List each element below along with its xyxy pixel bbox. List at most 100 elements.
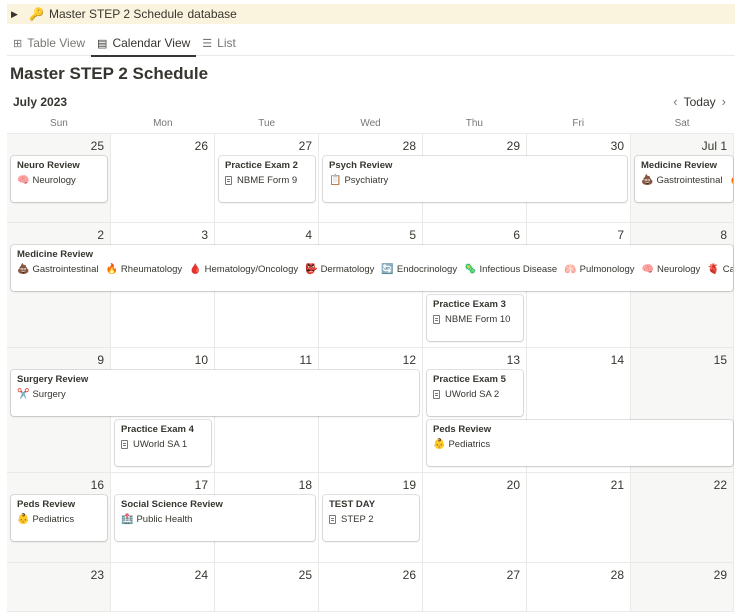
day-number: 27 [298,139,312,153]
day-cell[interactable]: 21 [527,473,631,563]
weekday-label: Wed [360,118,381,129]
event-properties: ✂️ Surgery [17,387,413,402]
document-icon [329,515,336,524]
day-number: Jul 1 [701,139,727,153]
day-number: 9 [97,353,104,367]
day-number: 5 [409,228,416,242]
property-label: Endocrinology [396,264,458,275]
event-card[interactable]: Peds Review 👶 Pediatrics [11,495,107,541]
event-card[interactable]: Practice Exam 2 NBME Form 9 [219,156,315,202]
category-emoji-icon: 🧠 [641,264,654,275]
day-cell[interactable]: 28 [527,563,631,612]
page-title: Master STEP 2 Schedule [10,64,209,83]
day-cell[interactable]: 27 [423,563,527,612]
day-number: 26 [194,139,208,153]
toggle-triangle-icon[interactable]: ▶ [11,9,25,20]
day-number: 15 [713,353,727,367]
document-icon [225,176,232,185]
category-emoji-icon: ✂️ [17,389,30,400]
day-cell[interactable]: 26 [319,563,423,612]
chevron-right-icon[interactable]: › [722,94,726,109]
property-label: Pulmonology [579,264,635,275]
month-label: July 2023 [13,95,68,109]
event-properties: 👶 Pediatrics [433,437,727,452]
event-card[interactable]: Medicine Review 💩Gastrointestinal 🔥 [635,156,733,202]
table-icon: ⊞ [13,37,23,50]
property-label: UWorld SA 2 [445,389,500,400]
event-card[interactable]: Practice Exam 3 NBME Form 10 [427,295,523,341]
tab-label: Calendar View [112,36,191,50]
weekday-label: Mon [153,118,173,129]
property-tag: 💩 Gastrointestinal [17,262,98,277]
day-number: 25 [90,139,104,153]
day-cell[interactable]: 23 [7,563,111,612]
property-tag: NBME Form 10 [433,312,510,327]
day-number: 16 [90,478,104,492]
event-card[interactable]: Practice Exam 4 UWorld SA 1 [115,420,211,466]
event-card[interactable]: TEST DAY STEP 2 [323,495,419,541]
day-cell[interactable]: 22 [631,473,734,563]
property-label: NBME Form 10 [445,314,511,325]
event-card[interactable]: Neuro Review 🧠 Neurology [11,156,107,202]
chevron-left-icon[interactable]: ‹ [673,94,677,109]
property-tag: UWorld SA 2 [433,387,499,402]
day-number: 28 [402,139,416,153]
category-emoji-icon: 👺 [305,264,318,275]
event-card[interactable]: Medicine Review 💩 Gastrointestinal 🔥 Rheumat… [11,245,733,291]
day-number: 23 [90,568,104,582]
property-label: Public Health [136,514,193,525]
event-properties: STEP 2 [329,512,413,527]
day-number: 25 [298,568,312,582]
event-title: Psych Review [329,160,393,171]
property-tag: 🏥 Public Health [121,512,192,527]
event-properties: NBME Form 9 [225,173,309,188]
weekday-label: Thu [465,118,483,129]
day-cell[interactable]: 26 [111,134,215,223]
event-properties: NBME Form 10 [433,312,517,327]
property-label: Rheumatology [120,264,183,275]
property-tag: STEP 2 [329,512,374,527]
weekday-header: Sun Mon Tue Wed Thu Fri Sat [7,114,734,134]
day-cell[interactable]: 29 [631,563,734,612]
event-card[interactable]: Psych Review 📋 Psychiatry [323,156,627,202]
day-cell[interactable]: 24 [111,563,215,612]
event-title: Peds Review [17,499,76,510]
event-card[interactable]: Practice Exam 5 UWorld SA 2 [427,370,523,416]
category-emoji-icon: 🔥 [729,173,733,188]
property-tag: 🩸 Hematology/Oncology [189,262,298,277]
document-icon [121,440,128,449]
calendar-icon: ▤ [97,37,108,50]
category-emoji-icon: 🫁 [564,264,577,275]
event-card[interactable]: Peds Review 👶 Pediatrics [427,420,733,466]
property-tag: 📋 Psychiatry [329,173,388,188]
property-label: Psychiatry [344,175,389,186]
event-title: Practice Exam 3 [433,299,506,310]
property-label: UWorld SA 1 [133,439,188,450]
view-tabs: ⊞ Table View ▤ Calendar View ☰ List [7,30,735,57]
property-label: Surgery [32,389,66,400]
category-emoji-icon: 👶 [433,439,446,450]
property-tag: 🫀Cardiology [707,262,733,277]
tab-list[interactable]: ☰ List [196,30,242,56]
property-tag: 🔄 Endocrinology [381,262,457,277]
event-card[interactable]: Surgery Review ✂️ Surgery [11,370,419,416]
day-cell[interactable]: 20 [423,473,527,563]
weekday-label: Fri [572,118,585,129]
document-icon [433,315,440,324]
category-emoji-icon: 📋 [329,175,342,186]
database-title[interactable]: Master STEP 2 Schedule [49,7,184,21]
property-label: Dermatology [320,264,375,275]
weekday-label: Sat [674,118,690,129]
event-title: Practice Exam 5 [433,374,506,385]
day-cell[interactable]: 25 [215,563,319,612]
today-button[interactable]: Today [684,95,716,109]
day-number: 28 [610,568,624,582]
event-title: Practice Exam 4 [121,424,194,435]
weekday-label: Sun [50,118,68,129]
event-card[interactable]: Social Science Review 🏥 Public Health [115,495,315,541]
database-header[interactable]: ▶ 🔑 Master STEP 2 Schedule database [7,4,735,24]
tab-table-view[interactable]: ⊞ Table View [7,30,91,56]
tab-calendar-view[interactable]: ▤ Calendar View [91,30,197,57]
day-number: 6 [513,228,520,242]
weekday-label: Tue [258,118,276,129]
